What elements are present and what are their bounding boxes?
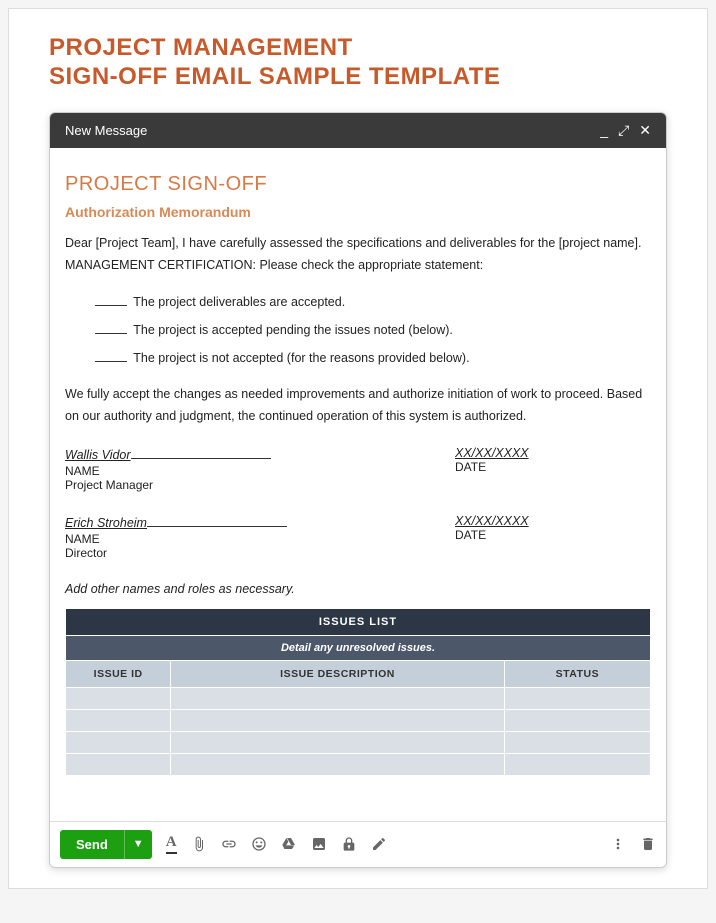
expand-icon[interactable]: ⤢ [618,123,629,137]
option-not-accepted: The project is not accepted (for the rea… [95,351,651,365]
date-label: DATE [455,460,651,474]
signer-name: Wallis Vidor [65,448,131,462]
name-label: NAME [65,464,455,478]
signature-block-1: Wallis Vidor NAME Project Manager XX/XX/… [65,446,651,492]
window-controls: _ ⤢ ✕ [600,123,651,137]
name-label: NAME [65,532,455,546]
table-subtitle: Detail any unresolved issues. [66,635,651,660]
minimize-icon[interactable]: _ [600,123,608,137]
confidential-icon[interactable] [341,836,357,852]
signer-name: Erich Stroheim [65,516,147,530]
acceptance-paragraph: We fully accept the changes as needed im… [65,383,651,428]
subsection-title: Authorization Memorandum [65,204,651,220]
additional-signers-note: Add other names and roles as necessary. [65,582,651,596]
signer-role: Project Manager [65,478,455,492]
signature-block-2: Erich Stroheim NAME Director XX/XX/XXXX … [65,514,651,560]
send-options-dropdown[interactable]: ▼ [124,830,152,859]
document-title: PROJECT MANAGEMENT SIGN-OFF EMAIL SAMPLE… [49,34,667,92]
email-window-title: New Message [65,123,147,138]
email-titlebar: New Message _ ⤢ ✕ [50,113,666,148]
attachment-icon[interactable] [191,836,207,852]
close-icon[interactable]: ✕ [639,123,651,137]
delete-icon[interactable] [640,836,656,852]
signer-role: Director [65,546,455,560]
certification-options: The project deliverables are accepted. T… [95,295,651,365]
option-accepted: The project deliverables are accepted. [95,295,651,309]
email-window: New Message _ ⤢ ✕ PROJECT SIGN-OFF Autho… [49,112,667,868]
col-status: STATUS [504,660,650,687]
table-row [66,753,651,775]
table-row [66,687,651,709]
page-container: PROJECT MANAGEMENT SIGN-OFF EMAIL SAMPLE… [8,8,708,889]
option-pending: The project is accepted pending the issu… [95,323,651,337]
intro-paragraph: Dear [Project Team], I have carefully as… [65,232,651,277]
link-icon[interactable] [221,836,237,852]
col-issue-desc: ISSUE DESCRIPTION [171,660,504,687]
pen-icon[interactable] [371,836,387,852]
issues-table: ISSUES LIST Detail any unresolved issues… [65,608,651,776]
more-options-icon[interactable] [610,836,626,852]
sign-date: XX/XX/XXXX [455,446,651,460]
format-icon[interactable]: A [166,834,177,854]
table-row [66,709,651,731]
image-icon[interactable] [311,836,327,852]
table-title: ISSUES LIST [66,608,651,635]
date-label: DATE [455,528,651,542]
col-issue-id: ISSUE ID [66,660,171,687]
section-title: PROJECT SIGN-OFF [65,173,651,196]
table-row [66,731,651,753]
compose-toolbar: Send ▼ A [50,821,666,867]
email-body: PROJECT SIGN-OFF Authorization Memorandu… [50,148,666,786]
sign-date: XX/XX/XXXX [455,514,651,528]
drive-icon[interactable] [281,836,297,852]
send-button[interactable]: Send [60,830,124,859]
send-button-group: Send ▼ [60,830,152,859]
emoji-icon[interactable] [251,836,267,852]
